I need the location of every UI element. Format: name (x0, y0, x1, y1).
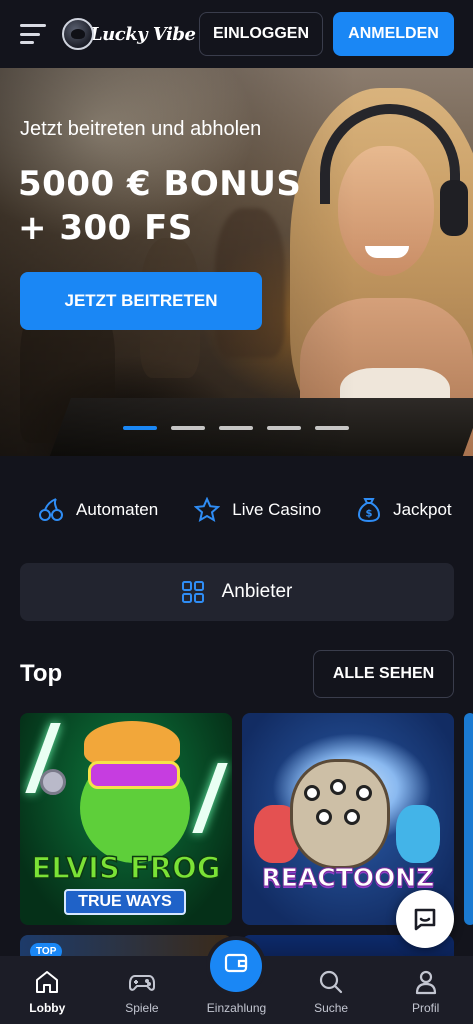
logo-text: Lucky Vibe (90, 23, 196, 45)
hero-subtitle: Jetzt beitreten und abholen (20, 118, 262, 140)
game-card-partial[interactable] (464, 713, 473, 925)
join-now-button[interactable]: JETZT BEITRETEN (20, 272, 262, 330)
chat-button[interactable] (396, 890, 454, 948)
hero-title: 5000 € BONUS + 300 FS (18, 162, 301, 250)
provider-button[interactable]: Anbieter (20, 563, 454, 621)
category-live-casino[interactable]: Live Casino (194, 497, 321, 523)
menu-icon[interactable] (20, 24, 46, 44)
nav-games[interactable]: Spiele (95, 956, 190, 1024)
wallet-icon (225, 953, 248, 973)
carousel-indicators (123, 426, 349, 430)
microphone-icon (40, 769, 66, 795)
nav-lobby[interactable]: Lobby (0, 956, 95, 1024)
search-icon (319, 970, 343, 994)
top-header: Lucky Vibe EINLOGGEN ANMELDEN (0, 0, 473, 68)
nav-profile[interactable]: Profil (378, 956, 473, 1024)
svg-text:$: $ (366, 509, 373, 520)
home-icon (36, 971, 59, 993)
category-automaten[interactable]: Automaten (38, 497, 158, 523)
carousel-dot[interactable] (123, 426, 157, 430)
game-subtitle: TRUE WAYS (64, 889, 186, 915)
hero-title-line2: + 300 FS (18, 208, 193, 248)
hero-title-line1: 5000 € BONUS (18, 164, 302, 204)
section-title-top: Top (20, 660, 63, 687)
star-icon (194, 497, 221, 523)
game-card-elvis-frog[interactable]: ELVIS FROG TRUE WAYS (20, 713, 232, 925)
carousel-dot[interactable] (171, 426, 205, 430)
game-title: ELVIS FROG (31, 850, 222, 886)
login-button[interactable]: EINLOGGEN (199, 12, 323, 56)
nav-deposit[interactable]: Einzahlung (189, 940, 284, 1024)
user-icon (415, 970, 436, 995)
category-jackpot[interactable]: $ Jackpot (357, 497, 452, 523)
logo[interactable]: Lucky Vibe (62, 18, 196, 50)
deposit-button[interactable] (210, 940, 263, 992)
chat-icon (414, 908, 436, 931)
cherry-icon (39, 498, 63, 521)
see-all-button[interactable]: ALLE SEHEN (313, 650, 454, 698)
carousel-dot[interactable] (315, 426, 349, 430)
signup-button[interactable]: ANMELDEN (333, 12, 454, 56)
bottom-navigation: Lobby Spiele Einzahlung Suche Profil (0, 940, 473, 1024)
provider-label: Anbieter (221, 581, 293, 602)
grid-icon (181, 581, 204, 603)
logo-mark-icon (62, 18, 94, 50)
game-title: REACTOONZ (261, 863, 435, 893)
carousel-dot[interactable] (219, 426, 253, 430)
carousel-dot[interactable] (267, 426, 301, 430)
nav-search[interactable]: Suche (284, 956, 379, 1024)
money-bag-icon: $ (358, 498, 381, 523)
category-bar: Automaten Live Casino $ Jackpot (38, 492, 473, 528)
gamepad-icon (128, 975, 155, 991)
